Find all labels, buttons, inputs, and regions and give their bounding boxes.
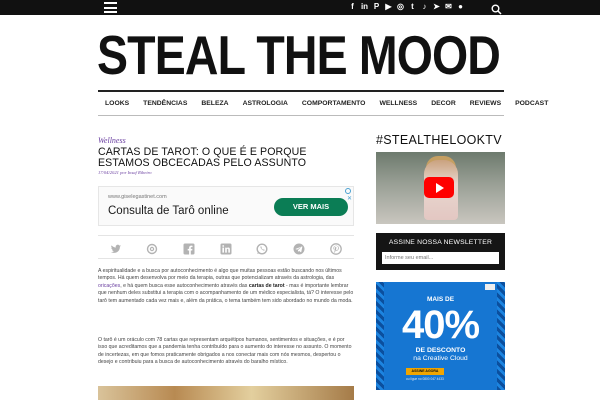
search-icon[interactable] — [491, 2, 502, 15]
pinterest-icon[interactable]: P — [372, 2, 381, 12]
ad-choices-icon[interactable] — [485, 284, 495, 290]
oracles-link[interactable]: oricações — [98, 283, 120, 289]
ad-subscribe-button[interactable]: ASSINE AGORA — [406, 368, 444, 375]
nav-item-wellness[interactable]: WELLNESS — [379, 100, 417, 107]
telegram-icon[interactable] — [293, 242, 305, 255]
ad-cta-button[interactable]: VER MAIS — [274, 198, 348, 216]
twitter-icon[interactable] — [110, 242, 122, 254]
nav-item-astrologia[interactable]: ASTROLOGIA — [243, 100, 288, 107]
paragraph-1-part-b: , e há quem busca esse autoconhecimento … — [120, 282, 249, 289]
nav-item-reviews[interactable]: REVIEWS — [470, 100, 501, 107]
ad-info-icon[interactable] — [345, 188, 351, 194]
social-links: f in P ▶ ◎ t ♪ ➤ ✉ ● — [348, 2, 465, 13]
creative-cloud-ad[interactable]: MAIS DE 40% DE DESCONTO na Creative Clou… — [376, 282, 505, 390]
article-author[interactable]: Insaf Ribeiro — [128, 170, 152, 175]
sidebar-title[interactable]: #STEALTHELOOKTV — [376, 133, 502, 147]
nav-item-tendencias[interactable]: TENDÊNCIAS — [143, 100, 187, 107]
paragraph-1-part-a: A espiritualidade e a busca por autoconh… — [98, 268, 342, 282]
newsletter-title: ASSINE NOSSA NEWSLETTER — [388, 239, 493, 246]
youtube-icon[interactable]: ▶ — [384, 2, 393, 12]
ad-desc-2: na Creative Cloud — [413, 355, 468, 362]
linkedin-icon[interactable]: in — [360, 2, 369, 12]
article-paragraph-1: A espiritualidade e a busca por autoconh… — [98, 268, 354, 305]
nav-item-beleza[interactable]: BELEZA — [201, 100, 228, 107]
author-prefix: por — [120, 170, 127, 175]
video-thumbnail[interactable] — [376, 152, 505, 224]
ad-prefix: MAIS DE — [426, 296, 455, 303]
tarot-ad[interactable]: ✕ www.giselegastinet.com Consulta de Tar… — [98, 186, 354, 226]
ad-fine-print: ou ligue no 0800 047 4433 — [406, 377, 444, 381]
tarot-cards-bold: cartas de tarot — [248, 282, 285, 289]
telegram-icon[interactable]: ➤ — [432, 2, 441, 12]
article-title: CARTAS DE TAROT: O QUE É E PORQUE ESTAMO… — [98, 146, 307, 169]
article-paragraph-2: O tarô é um oráculo com 78 cartas que re… — [98, 337, 352, 366]
email-icon[interactable]: ✉ — [444, 2, 453, 12]
ad-headline[interactable]: Consulta de Tarô online — [108, 205, 229, 217]
spotify-icon[interactable]: ● — [456, 2, 465, 12]
newsletter-box: ASSINE NOSSA NEWSLETTER — [376, 233, 505, 270]
newsletter-email-input[interactable] — [382, 252, 499, 264]
article-date: 17/04/2021 — [98, 170, 119, 175]
top-bar: f in P ▶ ◎ t ♪ ➤ ✉ ● — [0, 0, 600, 15]
ad-close-icon[interactable]: ✕ — [347, 195, 352, 202]
ad-url: www.giselegastinet.com — [108, 194, 167, 200]
nav-item-decor[interactable]: DECOR — [431, 100, 456, 107]
nav-item-comportamento[interactable]: COMPORTAMENTO — [302, 100, 366, 107]
nav-item-podcast[interactable]: PODCAST — [515, 100, 548, 107]
play-icon[interactable] — [424, 177, 454, 198]
facebook-icon[interactable]: f — [348, 2, 357, 12]
ad-discount: 40% — [401, 303, 480, 347]
instagram-icon[interactable]: ◎ — [396, 2, 405, 12]
pinterest-icon[interactable] — [330, 242, 342, 255]
article-category[interactable]: Wellness — [98, 136, 126, 145]
share-bar — [98, 235, 354, 259]
twitter-icon[interactable]: t — [408, 2, 417, 12]
main-nav: LOOKS TENDÊNCIAS BELEZA ASTROLOGIA COMPO… — [98, 90, 548, 116]
hamburger-icon[interactable] — [104, 2, 117, 13]
tarot-illustration — [98, 386, 354, 400]
site-logo[interactable]: STEAL THE MOOD — [97, 27, 501, 83]
tiktok-icon[interactable]: ♪ — [420, 2, 429, 12]
nav-item-looks[interactable]: LOOKS — [105, 100, 129, 107]
threads-icon[interactable] — [146, 242, 158, 255]
linkedin-icon[interactable] — [220, 242, 232, 255]
facebook-icon[interactable] — [183, 242, 195, 255]
article-meta: 17/04/2021 por Insaf Ribeiro — [98, 170, 152, 175]
whatsapp-icon[interactable] — [256, 242, 268, 255]
ad-desc: DE DESCONTO — [415, 347, 466, 354]
